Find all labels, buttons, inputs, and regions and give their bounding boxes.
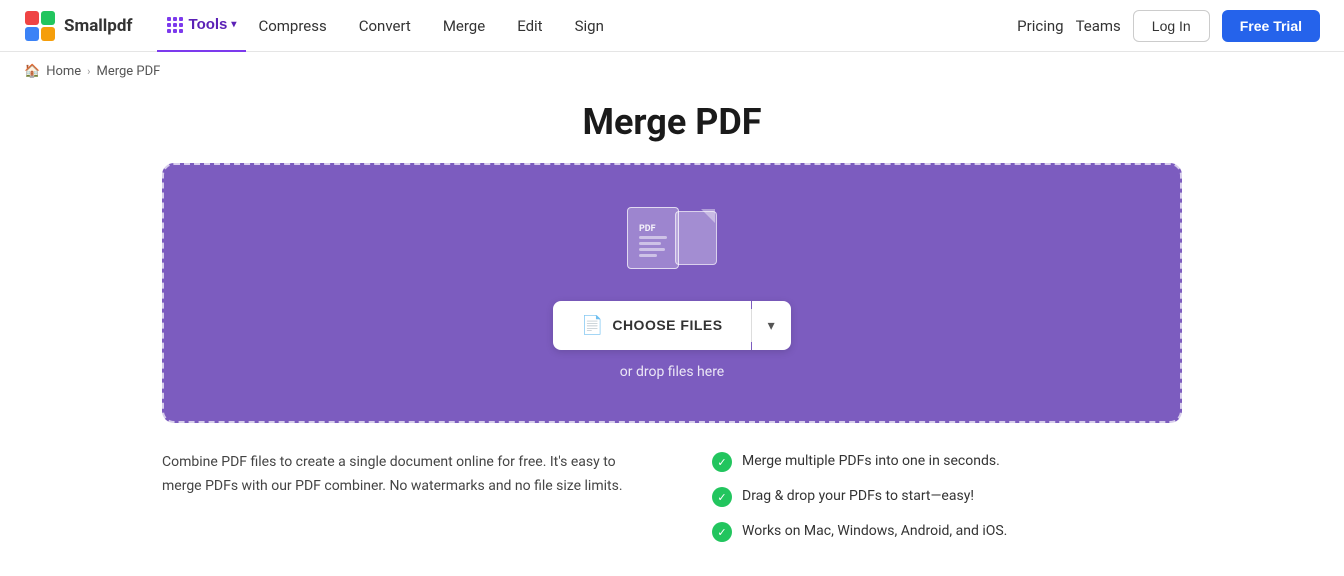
info-description: Combine PDF files to create a single doc… xyxy=(162,451,632,556)
nav-merge[interactable]: Merge xyxy=(431,0,497,52)
logo-text: Smallpdf xyxy=(64,16,133,36)
check-icon-3: ✓ xyxy=(712,522,732,542)
choose-files-dropdown[interactable]: ▾ xyxy=(752,301,791,350)
login-button[interactable]: Log In xyxy=(1133,10,1210,42)
header: Smallpdf Tools ▾ Compress Convert Merge … xyxy=(0,0,1344,52)
nav-sign[interactable]: Sign xyxy=(563,0,616,52)
feature-list: ✓ Merge multiple PDFs into one in second… xyxy=(712,451,1182,556)
doc-corner-icon xyxy=(701,209,715,223)
feature-text-1: Merge multiple PDFs into one in seconds. xyxy=(742,451,1000,472)
feature-text-3: Works on Mac, Windows, Android, and iOS. xyxy=(742,521,1007,542)
feature-item-3: ✓ Works on Mac, Windows, Android, and iO… xyxy=(712,521,1182,542)
breadcrumb-home[interactable]: Home xyxy=(46,64,81,79)
logo[interactable]: Smallpdf xyxy=(24,10,133,42)
logo-icon xyxy=(24,10,56,42)
drop-hint: or drop files here xyxy=(620,364,724,380)
breadcrumb-separator: › xyxy=(87,65,90,78)
main-content: Merge PDF PDF xyxy=(0,91,1344,576)
check-icon-2: ✓ xyxy=(712,487,732,507)
home-icon: 🏠 xyxy=(24,64,40,79)
pricing-link[interactable]: Pricing xyxy=(1017,17,1063,35)
tools-button[interactable]: Tools ▾ xyxy=(157,0,247,52)
drop-zone[interactable]: PDF 📄 CHOOSE FILES xyxy=(162,163,1182,423)
check-icon-1: ✓ xyxy=(712,452,732,472)
file-icon: 📄 xyxy=(581,315,604,336)
chevron-down-icon: ▾ xyxy=(231,19,236,30)
grid-icon xyxy=(167,17,183,33)
main-nav: Compress Convert Merge Edit Sign xyxy=(246,0,1017,52)
page-title: Merge PDF xyxy=(582,101,761,143)
pdf-doc-front: PDF xyxy=(627,207,679,269)
pdf-illustration: PDF xyxy=(627,207,717,277)
choose-files-button[interactable]: 📄 CHOOSE FILES xyxy=(553,301,750,350)
teams-link[interactable]: Teams xyxy=(1076,17,1121,35)
nav-edit[interactable]: Edit xyxy=(505,0,554,52)
feature-item-2: ✓ Drag & drop your PDFs to start—easy! xyxy=(712,486,1182,507)
nav-compress[interactable]: Compress xyxy=(246,0,338,52)
info-section: Combine PDF files to create a single doc… xyxy=(162,451,1182,556)
header-right: Pricing Teams Log In Free Trial xyxy=(1017,10,1320,42)
chevron-down-icon: ▾ xyxy=(768,317,775,334)
feature-text-2: Drag & drop your PDFs to start—easy! xyxy=(742,486,974,507)
choose-files-container: 📄 CHOOSE FILES ▾ xyxy=(553,301,790,350)
feature-item-1: ✓ Merge multiple PDFs into one in second… xyxy=(712,451,1182,472)
breadcrumb: 🏠 Home › Merge PDF xyxy=(0,52,1344,91)
nav-convert[interactable]: Convert xyxy=(347,0,423,52)
free-trial-button[interactable]: Free Trial xyxy=(1222,10,1320,42)
breadcrumb-current: Merge PDF xyxy=(96,64,160,79)
